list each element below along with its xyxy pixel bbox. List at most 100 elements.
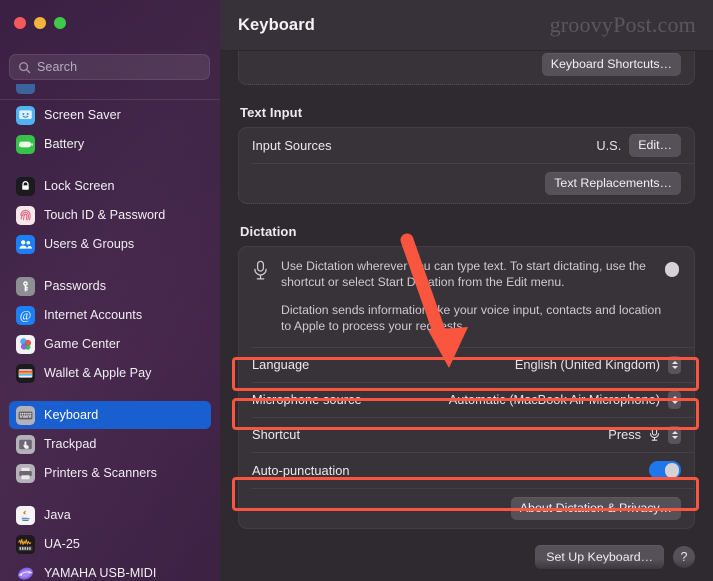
set-up-keyboard-button[interactable]: Set Up Keyboard…	[535, 544, 664, 570]
dictation-shortcut-row[interactable]: Shortcut Press	[239, 418, 694, 452]
sidebar: Search Screen Saver Battery Lock Screen …	[0, 0, 220, 581]
watermark: groovyPost.com	[549, 12, 696, 37]
microphone-icon	[252, 258, 270, 286]
game-center-icon	[16, 334, 35, 354]
about-dictation-privacy-button[interactable]: About Dictation & Privacy…	[510, 496, 681, 520]
users-groups-icon	[16, 234, 35, 254]
sidebar-item-battery[interactable]: Battery	[9, 130, 211, 158]
minimize-button[interactable]	[34, 17, 46, 29]
shortcut-value: Press	[608, 427, 641, 443]
sidebar-group-3: Passwords @ Internet Accounts Game Cente…	[0, 272, 220, 387]
java-icon	[16, 505, 35, 525]
printers-scanners-icon	[16, 463, 35, 483]
sidebar-item-label: Wallet & Apple Pay	[44, 366, 152, 380]
dictation-microphone-source-row[interactable]: Microphone source Automatic (MacBook Air…	[239, 383, 694, 417]
language-label: Language	[252, 357, 310, 373]
input-sources-value: U.S.	[596, 137, 622, 153]
sidebar-list[interactable]: Screen Saver Battery Lock Screen Touch I…	[0, 84, 220, 581]
sidebar-item-touch-id[interactable]: Touch ID & Password	[9, 201, 211, 229]
zoom-button[interactable]	[54, 17, 66, 29]
dictation-description-1: Use Dictation wherever you can type text…	[281, 258, 646, 290]
sidebar-item-label: Users & Groups	[44, 237, 135, 251]
input-sources-label: Input Sources	[252, 137, 332, 153]
sidebar-group-2: Lock Screen Touch ID & Password Users & …	[0, 172, 220, 258]
text-replacements-row: Text Replacements…	[239, 164, 694, 203]
trackpad-icon	[16, 434, 35, 454]
sidebar-group-1: Screen Saver Battery	[0, 101, 220, 158]
sidebar-item-wallet-apple-pay[interactable]: Wallet & Apple Pay	[9, 359, 211, 387]
sidebar-item-trackpad[interactable]: Trackpad	[9, 430, 211, 458]
microphone-source-value: Automatic (MacBook Air Microphone)	[448, 392, 660, 408]
input-sources-row[interactable]: Input Sources U.S. Edit…	[239, 128, 694, 163]
sidebar-item-game-center[interactable]: Game Center	[9, 330, 211, 358]
sidebar-item-label: Game Center	[44, 337, 121, 351]
microphone-source-label: Microphone source	[252, 392, 362, 408]
yamaha-usb-midi-icon	[16, 564, 35, 581]
language-value: English (United Kingdom)	[514, 357, 660, 373]
sidebar-item-label: Keyboard	[44, 408, 99, 422]
sidebar-item-yamaha-usb-midi[interactable]: YAMAHA USB-MIDI	[9, 559, 211, 581]
keyboard-shortcuts-button[interactable]: Keyboard Shortcuts…	[541, 53, 681, 76]
auto-punctuation-label: Auto-punctuation	[252, 462, 350, 478]
sidebar-item-partial[interactable]	[9, 84, 211, 98]
system-settings-window: Search Screen Saver Battery Lock Screen …	[0, 0, 713, 581]
keyboard-shortcuts-card: Keyboard Shortcuts…	[238, 51, 695, 85]
sidebar-item-label: Passwords	[44, 279, 107, 293]
partial-icon	[16, 84, 35, 94]
internet-accounts-icon: @	[16, 305, 35, 325]
dictation-description-row: Use Dictation wherever you can type text…	[239, 247, 694, 347]
close-button[interactable]	[14, 17, 26, 29]
sidebar-item-label: Internet Accounts	[44, 308, 143, 322]
sidebar-item-internet-accounts[interactable]: @ Internet Accounts	[9, 301, 211, 329]
sidebar-item-label: Printers & Scanners	[44, 466, 157, 480]
sidebar-item-label: UA-25	[44, 537, 80, 551]
wallet-apple-pay-icon	[16, 363, 35, 383]
chevron-up-down-icon[interactable]	[668, 390, 681, 409]
about-dictation-row: About Dictation & Privacy…	[239, 489, 694, 528]
chevron-up-down-icon[interactable]	[668, 425, 681, 444]
footer-row: Set Up Keyboard… ?	[238, 544, 695, 570]
settings-scroll-area[interactable]: Keyboard Shortcuts… Text Input Input Sou…	[220, 51, 713, 581]
sidebar-search[interactable]: Search	[9, 54, 210, 80]
sidebar-item-screen-saver[interactable]: Screen Saver	[9, 101, 211, 129]
dictation-language-row[interactable]: Language English (United Kingdom)	[239, 348, 694, 382]
sidebar-item-label: YAMAHA USB-MIDI	[44, 566, 157, 580]
sidebar-item-ua-25[interactable]: UA-25	[9, 530, 211, 558]
sidebar-item-passwords[interactable]: Passwords	[9, 272, 211, 300]
chevron-up-down-icon[interactable]	[668, 355, 681, 374]
dictation-heading: Dictation	[240, 223, 297, 239]
auto-punctuation-toggle[interactable]	[649, 461, 681, 480]
svg-text:@: @	[20, 308, 32, 322]
keyboard-icon	[16, 405, 35, 425]
search-icon	[18, 61, 31, 74]
lock-screen-icon	[16, 176, 35, 196]
battery-icon	[16, 134, 35, 154]
shortcut-microphone-glyph-icon	[649, 427, 660, 442]
main-panel: Keyboard groovyPost.com Keyboard Shortcu…	[220, 0, 713, 581]
sidebar-item-printers-scanners[interactable]: Printers & Scanners	[9, 459, 211, 487]
dictation-auto-punctuation-row[interactable]: Auto-punctuation	[239, 453, 694, 488]
title-bar: Keyboard groovyPost.com	[220, 0, 713, 51]
edit-button[interactable]: Edit…	[629, 133, 681, 157]
sidebar-item-label: Touch ID & Password	[44, 208, 166, 222]
text-input-heading: Text Input	[240, 104, 303, 120]
text-replacements-button[interactable]: Text Replacements…	[545, 171, 681, 195]
dictation-card: Use Dictation wherever you can type text…	[238, 245, 695, 529]
search-placeholder: Search	[37, 60, 78, 74]
sidebar-item-java[interactable]: Java	[9, 501, 211, 529]
sidebar-item-keyboard[interactable]: Keyboard	[9, 401, 211, 429]
text-input-card: Input Sources U.S. Edit… Text Replacemen…	[238, 126, 695, 204]
sidebar-divider	[0, 99, 220, 100]
sidebar-item-label: Screen Saver	[44, 108, 121, 122]
help-button[interactable]: ?	[673, 545, 695, 568]
dictation-description-2: Dictation sends information like your vo…	[281, 302, 662, 334]
toggle-knob	[664, 262, 680, 278]
ua25-icon	[16, 534, 35, 554]
sidebar-item-users-groups[interactable]: Users & Groups	[9, 230, 211, 258]
sidebar-item-lock-screen[interactable]: Lock Screen	[9, 172, 211, 200]
sidebar-item-label: Trackpad	[44, 437, 97, 451]
